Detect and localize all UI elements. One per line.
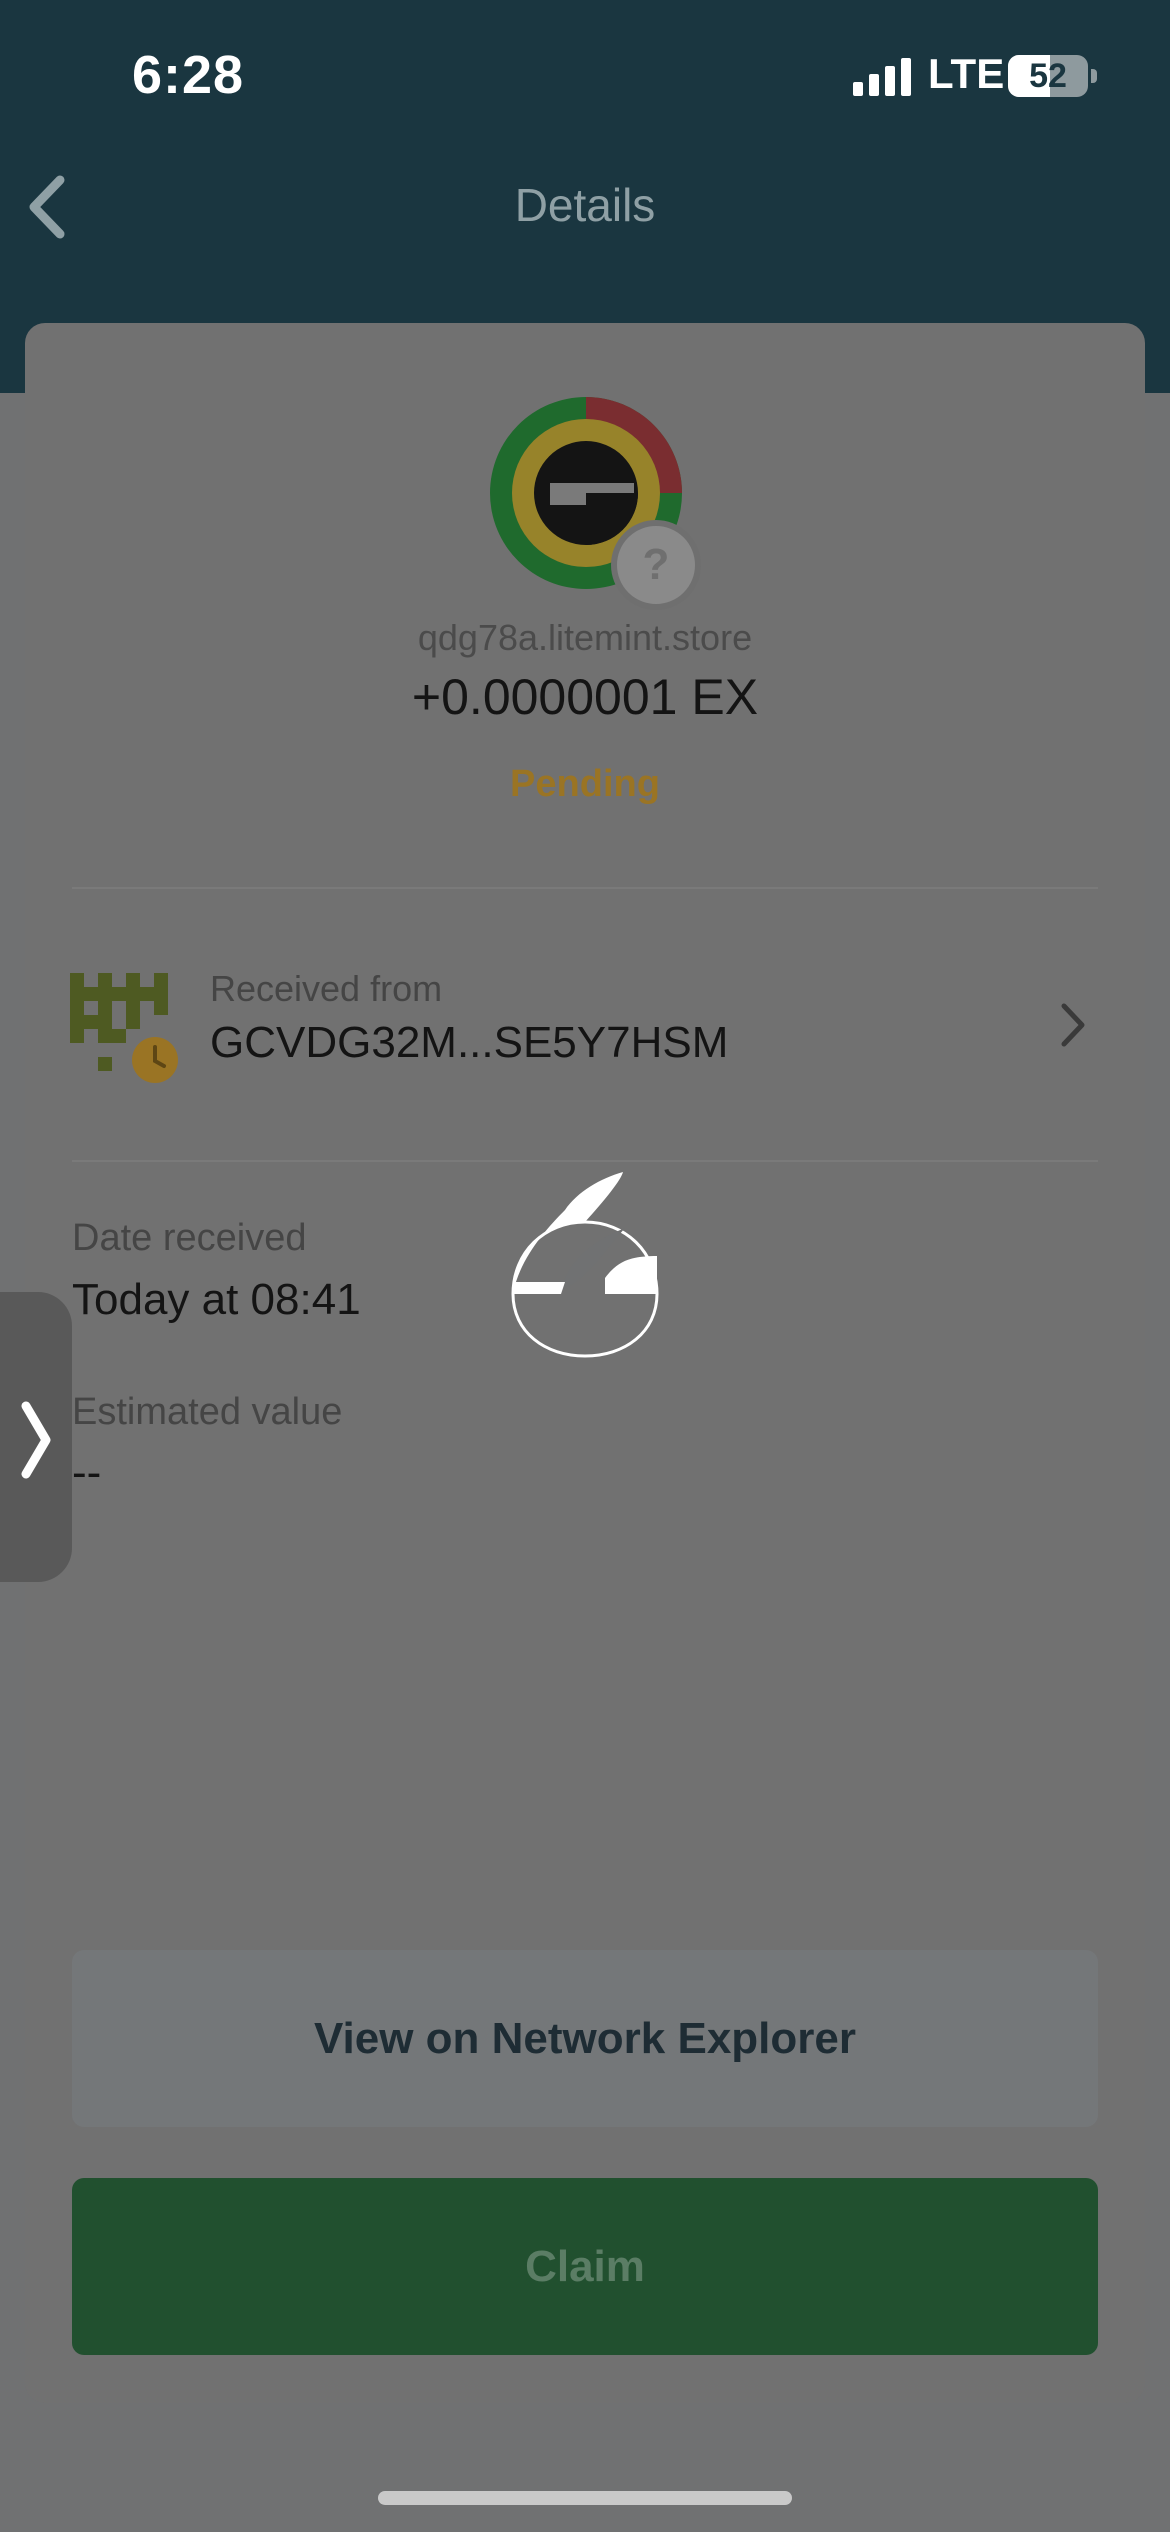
chevron-right-icon xyxy=(21,1401,51,1479)
battery-percent: 52 xyxy=(1029,57,1067,95)
spinner-icon xyxy=(511,1172,659,1358)
battery-icon: 52 xyxy=(1008,55,1088,97)
estimated-value: -- xyxy=(72,1448,102,1497)
chevron-right-icon xyxy=(1061,1003,1085,1047)
status-bar: 6:28 LTE 52 xyxy=(0,0,1170,160)
date-received-label: Date received xyxy=(72,1217,307,1259)
cellular-signal-icon xyxy=(853,58,911,96)
divider xyxy=(72,1160,1098,1162)
sender-address: GCVDG32M...SE5Y7HSM xyxy=(210,1018,729,1067)
battery-cap xyxy=(1091,69,1097,83)
status-badge: Pending xyxy=(510,763,660,805)
question-mark-icon: ? xyxy=(611,520,701,610)
received-from-label: Received from xyxy=(210,968,443,1009)
divider xyxy=(72,887,1098,889)
page-title: Details xyxy=(514,179,656,231)
estimated-value-label: Estimated value xyxy=(72,1391,343,1433)
token-domain: qdg78a.litemint.store xyxy=(417,617,753,658)
network-type: LTE xyxy=(928,50,1005,97)
date-received-value: Today at 08:41 xyxy=(72,1275,361,1324)
claim-button[interactable]: Claim xyxy=(72,2178,1098,2355)
view-network-explorer-button[interactable]: View on Network Explorer xyxy=(72,1950,1098,2127)
home-indicator xyxy=(378,2491,792,2505)
status-time: 6:28 xyxy=(132,45,245,105)
clock-icon xyxy=(132,1037,178,1083)
transaction-amount: +0.0000001 EX xyxy=(411,669,759,725)
